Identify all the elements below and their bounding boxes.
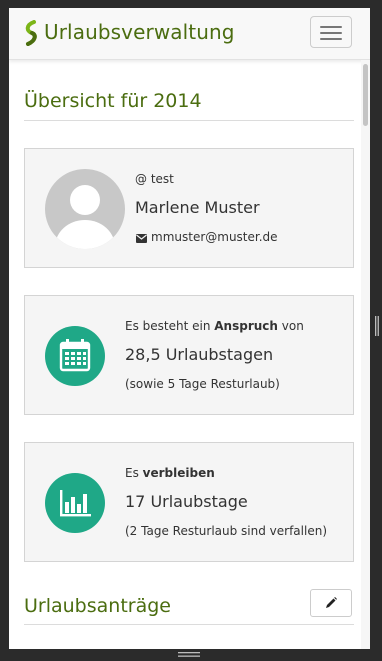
entitlement-days: 28,5 Urlaubstagen xyxy=(125,345,274,364)
user-login: @ test xyxy=(135,172,174,186)
requests-title: Urlaubsanträge xyxy=(24,595,171,617)
section-divider xyxy=(24,624,354,625)
section-divider xyxy=(24,120,354,121)
remaining-text: Es verbleiben xyxy=(125,466,215,480)
resize-handle[interactable] xyxy=(375,316,379,336)
edit-request-button[interactable] xyxy=(310,589,352,617)
user-email[interactable]: mmuster@muster.de xyxy=(151,230,278,244)
scrollbar-track[interactable] xyxy=(361,60,370,649)
remaining-card: Es verbleiben 17 Urlaubstage (2 Tage Res… xyxy=(24,442,354,562)
remaining-note: (2 Tage Resturlaub sind verfallen) xyxy=(125,524,328,538)
navbar: Urlaubsverwaltung xyxy=(9,8,370,60)
entitlement-note: (sowie 5 Tage Resturlaub) xyxy=(125,377,280,391)
overview-title: Übersicht für 2014 xyxy=(24,90,202,112)
brand-logo-icon[interactable] xyxy=(23,20,39,46)
remaining-days: 17 Urlaubstage xyxy=(125,492,248,511)
resize-handle[interactable] xyxy=(178,652,200,658)
calendar-icon xyxy=(45,326,105,386)
scrollbar-thumb[interactable] xyxy=(363,64,368,126)
bar-chart-icon xyxy=(45,473,105,533)
entitlement-text: Es besteht ein Anspruch von xyxy=(125,319,304,333)
app-viewport: Urlaubsverwaltung Übersicht für 2014 @ t… xyxy=(9,8,370,649)
user-name: Marlene Muster xyxy=(135,198,260,217)
menu-toggle-button[interactable] xyxy=(310,16,352,48)
user-card: @ test Marlene Muster mmuster@muster.de xyxy=(24,148,354,268)
envelope-icon xyxy=(136,234,147,243)
pencil-icon xyxy=(326,597,337,608)
brand-title[interactable]: Urlaubsverwaltung xyxy=(44,19,235,45)
avatar-icon xyxy=(45,169,125,249)
entitlement-card: Es besteht ein Anspruch von 28,5 Urlaubs… xyxy=(24,295,354,415)
